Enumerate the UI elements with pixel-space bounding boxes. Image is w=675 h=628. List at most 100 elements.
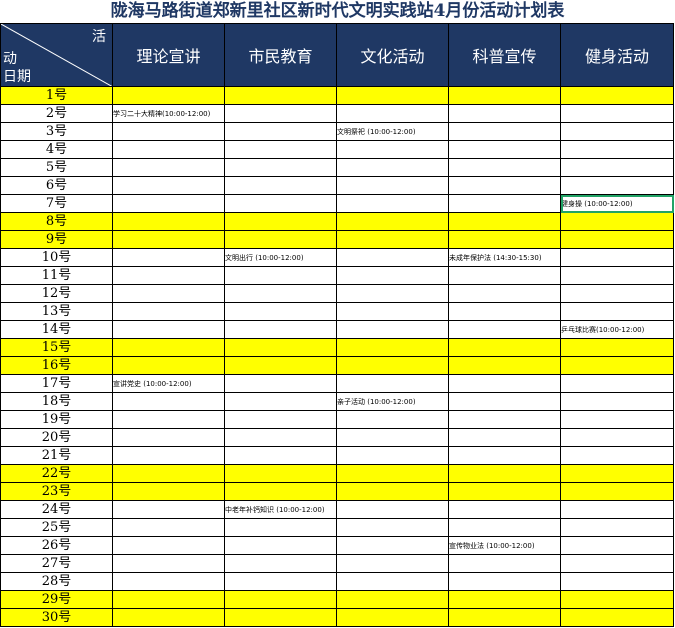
activity-cell-civic-education[interactable] (224, 410, 337, 429)
activity-cell-theory[interactable]: 学习二十大精神(10:00-12:00) (112, 104, 225, 123)
date-cell[interactable]: 5号 (0, 158, 113, 177)
activity-cell-fitness[interactable] (560, 536, 674, 555)
activity-cell-fitness[interactable] (560, 590, 674, 609)
activity-cell-theory[interactable] (112, 230, 225, 249)
activity-cell-theory[interactable] (112, 212, 225, 231)
activity-cell-fitness[interactable] (560, 176, 674, 195)
activity-cell-science[interactable] (448, 284, 561, 303)
activity-cell-science[interactable] (448, 338, 561, 357)
date-cell[interactable]: 2号 (0, 104, 113, 123)
activity-cell-science[interactable] (448, 446, 561, 465)
activity-cell-fitness[interactable] (560, 464, 674, 483)
activity-cell-culture[interactable] (336, 320, 449, 339)
activity-cell-theory[interactable] (112, 356, 225, 375)
date-cell[interactable]: 21号 (0, 446, 113, 465)
category-header-civic-education[interactable]: 市民教育 (224, 23, 337, 87)
activity-cell-science[interactable] (448, 410, 561, 429)
activity-cell-theory[interactable] (112, 500, 225, 519)
activity-cell-fitness[interactable] (560, 482, 674, 501)
activity-cell-civic-education[interactable] (224, 374, 337, 393)
activity-cell-civic-education[interactable] (224, 482, 337, 501)
date-cell[interactable]: 15号 (0, 338, 113, 357)
activity-cell-civic-education[interactable] (224, 266, 337, 285)
activity-cell-fitness[interactable] (560, 500, 674, 519)
activity-cell-civic-education[interactable] (224, 104, 337, 123)
date-cell[interactable]: 10号 (0, 248, 113, 267)
activity-cell-science[interactable] (448, 500, 561, 519)
activity-cell-theory[interactable] (112, 410, 225, 429)
activity-cell-science[interactable] (448, 320, 561, 339)
activity-cell-civic-education[interactable] (224, 518, 337, 537)
date-cell[interactable]: 17号 (0, 374, 113, 393)
activity-cell-science[interactable] (448, 86, 561, 105)
activity-cell-fitness[interactable] (560, 248, 674, 267)
activity-cell-culture[interactable] (336, 554, 449, 573)
date-cell[interactable]: 6号 (0, 176, 113, 195)
activity-cell-fitness[interactable] (560, 608, 674, 627)
activity-cell-fitness[interactable] (560, 104, 674, 123)
activity-cell-theory[interactable] (112, 482, 225, 501)
activity-cell-civic-education[interactable]: 文明出行 (10:00-12:00) (224, 248, 337, 267)
activity-cell-theory[interactable] (112, 248, 225, 267)
activity-cell-theory[interactable] (112, 590, 225, 609)
activity-cell-culture[interactable] (336, 446, 449, 465)
activity-cell-theory[interactable] (112, 338, 225, 357)
activity-cell-science[interactable] (448, 140, 561, 159)
date-cell[interactable]: 24号 (0, 500, 113, 519)
activity-cell-theory[interactable] (112, 446, 225, 465)
activity-cell-culture[interactable] (336, 590, 449, 609)
activity-cell-theory[interactable] (112, 302, 225, 321)
date-cell[interactable]: 23号 (0, 482, 113, 501)
activity-cell-civic-education[interactable] (224, 572, 337, 591)
activity-cell-culture[interactable] (336, 176, 449, 195)
date-cell[interactable]: 25号 (0, 518, 113, 537)
date-cell[interactable]: 27号 (0, 554, 113, 573)
date-cell[interactable]: 28号 (0, 572, 113, 591)
activity-cell-civic-education[interactable] (224, 302, 337, 321)
activity-cell-culture[interactable] (336, 536, 449, 555)
activity-cell-fitness[interactable] (560, 266, 674, 285)
activity-cell-science[interactable]: 宣传物业法 (10:00-12:00) (448, 536, 561, 555)
activity-cell-civic-education[interactable] (224, 356, 337, 375)
activity-cell-fitness[interactable] (560, 572, 674, 591)
activity-cell-culture[interactable] (336, 194, 449, 213)
activity-cell-civic-education[interactable] (224, 536, 337, 555)
activity-cell-science[interactable] (448, 518, 561, 537)
activity-cell-science[interactable] (448, 554, 561, 573)
activity-cell-civic-education[interactable] (224, 194, 337, 213)
activity-cell-civic-education[interactable] (224, 284, 337, 303)
activity-cell-culture[interactable] (336, 356, 449, 375)
activity-cell-civic-education[interactable] (224, 176, 337, 195)
activity-cell-science[interactable]: 未成年保护法 (14:30-15:30) (448, 248, 561, 267)
activity-cell-theory[interactable] (112, 536, 225, 555)
activity-cell-civic-education[interactable] (224, 140, 337, 159)
activity-cell-civic-education[interactable] (224, 338, 337, 357)
activity-cell-civic-education[interactable]: 中老年补钙知识 (10:00-12:00) (224, 500, 337, 519)
activity-cell-science[interactable] (448, 158, 561, 177)
date-cell[interactable]: 7号 (0, 194, 113, 213)
activity-cell-fitness[interactable] (560, 230, 674, 249)
date-cell[interactable]: 18号 (0, 392, 113, 411)
activity-cell-culture[interactable] (336, 212, 449, 231)
activity-cell-fitness[interactable] (560, 428, 674, 447)
date-cell[interactable]: 20号 (0, 428, 113, 447)
date-cell[interactable]: 22号 (0, 464, 113, 483)
activity-cell-theory[interactable] (112, 554, 225, 573)
activity-cell-fitness[interactable] (560, 302, 674, 321)
activity-cell-culture[interactable] (336, 104, 449, 123)
date-cell[interactable]: 11号 (0, 266, 113, 285)
activity-cell-fitness[interactable] (560, 338, 674, 357)
activity-cell-theory[interactable] (112, 428, 225, 447)
activity-cell-theory[interactable]: 宣讲党史 (10:00-12:00) (112, 374, 225, 393)
activity-cell-fitness[interactable] (560, 212, 674, 231)
activity-cell-theory[interactable] (112, 464, 225, 483)
activity-cell-civic-education[interactable] (224, 428, 337, 447)
activity-cell-civic-education[interactable] (224, 212, 337, 231)
activity-cell-science[interactable] (448, 302, 561, 321)
activity-cell-fitness[interactable]: 健身操 (10:00-12:00) (560, 194, 674, 213)
activity-cell-culture[interactable] (336, 410, 449, 429)
category-header-culture[interactable]: 文化活动 (336, 23, 449, 87)
activity-cell-fitness[interactable] (560, 554, 674, 573)
date-cell[interactable]: 3号 (0, 122, 113, 141)
activity-cell-fitness[interactable] (560, 518, 674, 537)
